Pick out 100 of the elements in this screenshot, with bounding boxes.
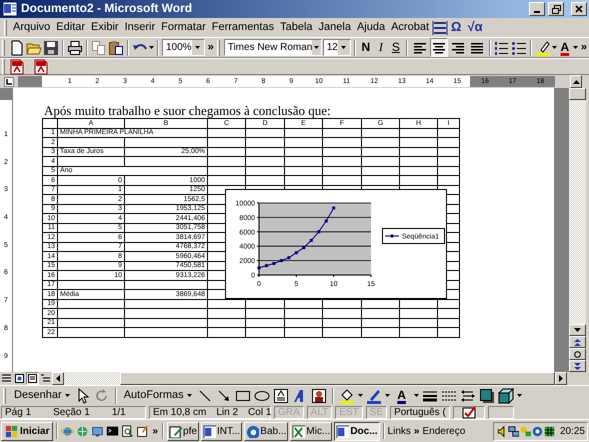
- menu-item[interactable]: Exibir: [88, 21, 122, 34]
- dropdown-arrow-icon[interactable]: [341, 46, 346, 49]
- arrow-icon[interactable]: [216, 388, 232, 404]
- magnifier-icon[interactable]: [121, 424, 134, 438]
- links-toolbar[interactable]: Links: [388, 426, 411, 436]
- pdf-icon[interactable]: [33, 58, 49, 74]
- speaker-icon[interactable]: [496, 424, 507, 438]
- underline-button[interactable]: S: [388, 38, 403, 57]
- print-icon[interactable]: [67, 40, 83, 56]
- left-arrow-icon[interactable]: [56, 375, 60, 382]
- windows-logo-icon[interactable]: [5, 424, 18, 438]
- scroll-up-button[interactable]: [570, 75, 582, 88]
- restore-icon[interactable]: [552, 4, 560, 14]
- menu-item[interactable]: Editar: [53, 21, 88, 34]
- font-dropdown[interactable]: Times New Roman: [224, 39, 322, 56]
- previous-page-button[interactable]: [569, 336, 586, 348]
- line-icon[interactable]: [196, 388, 213, 404]
- desktop-icon[interactable]: [91, 424, 104, 438]
- taskbar-button[interactable]: Doc...: [334, 422, 380, 440]
- close-icon[interactable]: [575, 5, 583, 13]
- caret-icon[interactable]: [358, 394, 363, 397]
- right-arrow-icon[interactable]: [559, 375, 563, 382]
- taskbar-button[interactable]: pfe: [167, 422, 199, 440]
- text-box-icon[interactable]: [272, 388, 289, 404]
- spreadsheet-icon[interactable]: [292, 424, 306, 438]
- dropdown-arrow-icon[interactable]: [314, 46, 320, 49]
- pencil-icon[interactable]: [169, 424, 182, 438]
- double-down-arrow-icon[interactable]: [574, 362, 581, 370]
- menu-item[interactable]: Arquivo: [10, 21, 54, 34]
- menu-item[interactable]: Janela: [316, 21, 354, 34]
- scroll-right-button[interactable]: [555, 372, 567, 385]
- circle-icon[interactable]: [574, 350, 581, 358]
- terminal-icon[interactable]: [106, 424, 120, 438]
- taskbar-button[interactable]: Bab...: [244, 422, 288, 440]
- line-color-icon[interactable]: [366, 388, 382, 404]
- grid-icon[interactable]: [544, 424, 555, 438]
- scroll-down-button[interactable]: [569, 324, 586, 336]
- minimize-button[interactable]: [529, 2, 545, 16]
- caret-icon[interactable]: [516, 394, 522, 397]
- spelling-check-icon[interactable]: [460, 405, 477, 419]
- scroll-left-button[interactable]: [52, 372, 64, 385]
- font-size-dropdown[interactable]: 12: [322, 39, 351, 56]
- restore-button[interactable]: [548, 2, 564, 16]
- paste-icon[interactable]: [108, 40, 124, 56]
- symbol-button[interactable]: Ω: [448, 20, 464, 35]
- document-icon[interactable]: [202, 424, 216, 438]
- next-page-button[interactable]: [569, 360, 586, 372]
- caret-icon[interactable]: [572, 46, 578, 49]
- menu-item[interactable]: Ajuda: [354, 21, 388, 34]
- highlighter-icon[interactable]: [534, 40, 551, 56]
- menu-item[interactable]: Inserir: [122, 21, 158, 34]
- table-rows-icon[interactable]: [432, 20, 448, 36]
- start-button[interactable]: Iniciar: [1, 422, 54, 440]
- autoshapes-menu-button[interactable]: AutoFormas: [122, 389, 194, 402]
- shadow-icon[interactable]: [478, 388, 495, 404]
- caret-icon[interactable]: [149, 46, 154, 49]
- save-icon[interactable]: [43, 40, 59, 56]
- menu-item[interactable]: Tabela: [277, 21, 316, 34]
- document-icon[interactable]: [336, 424, 350, 438]
- new-document-icon[interactable]: [9, 40, 25, 56]
- tab-stop-icon[interactable]: [4, 76, 14, 86]
- caret-icon[interactable]: [186, 394, 192, 397]
- menu-item[interactable]: Ferramentas: [208, 21, 278, 34]
- fill-color-icon[interactable]: [338, 388, 355, 404]
- numbered-list-icon[interactable]: [494, 40, 510, 56]
- address-toolbar[interactable]: Endereço: [422, 426, 466, 436]
- more-button[interactable]: »: [578, 41, 589, 54]
- close-button[interactable]: [571, 2, 587, 16]
- scroll-thumb[interactable]: [120, 372, 555, 385]
- caret-icon[interactable]: [64, 394, 70, 397]
- zoom-dropdown[interactable]: 100%: [162, 39, 205, 56]
- draw-menu-button[interactable]: Desenhar: [12, 389, 72, 402]
- browser-icon[interactable]: [61, 424, 74, 438]
- arrow-style-icon[interactable]: [460, 388, 476, 404]
- more-button[interactable]: »: [151, 426, 160, 436]
- notepad-icon[interactable]: [136, 424, 150, 438]
- menu-item[interactable]: Acrobat: [388, 21, 432, 34]
- word-document-icon[interactable]: [2, 1, 18, 17]
- dropdown-arrow-icon[interactable]: [195, 46, 200, 49]
- menu-item[interactable]: Formatar: [158, 21, 209, 34]
- scroll-thumb[interactable]: [569, 88, 586, 100]
- taskbar-button[interactable]: INT...: [200, 422, 242, 440]
- more-button[interactable]: »: [206, 41, 216, 54]
- pdf-icon[interactable]: [9, 58, 25, 74]
- browse-object-button[interactable]: [569, 348, 586, 360]
- font-color-button[interactable]: A: [558, 38, 572, 57]
- double-up-arrow-icon[interactable]: [574, 338, 581, 346]
- caret-icon[interactable]: [384, 394, 390, 397]
- equation-button[interactable]: √α: [464, 20, 486, 35]
- bullet-list-icon[interactable]: [510, 40, 527, 56]
- caret-icon[interactable]: [552, 46, 557, 49]
- down-arrow-icon[interactable]: [574, 328, 581, 332]
- up-arrow-icon[interactable]: [572, 80, 580, 84]
- clipart-icon[interactable]: [310, 388, 327, 404]
- italic-button[interactable]: I: [374, 38, 388, 57]
- 3d-icon[interactable]: [498, 388, 514, 404]
- more-button[interactable]: »: [412, 426, 420, 436]
- taskbar-button[interactable]: Mic...: [290, 422, 332, 440]
- font-color-button[interactable]: A: [392, 386, 411, 405]
- caret-icon[interactable]: [414, 394, 419, 397]
